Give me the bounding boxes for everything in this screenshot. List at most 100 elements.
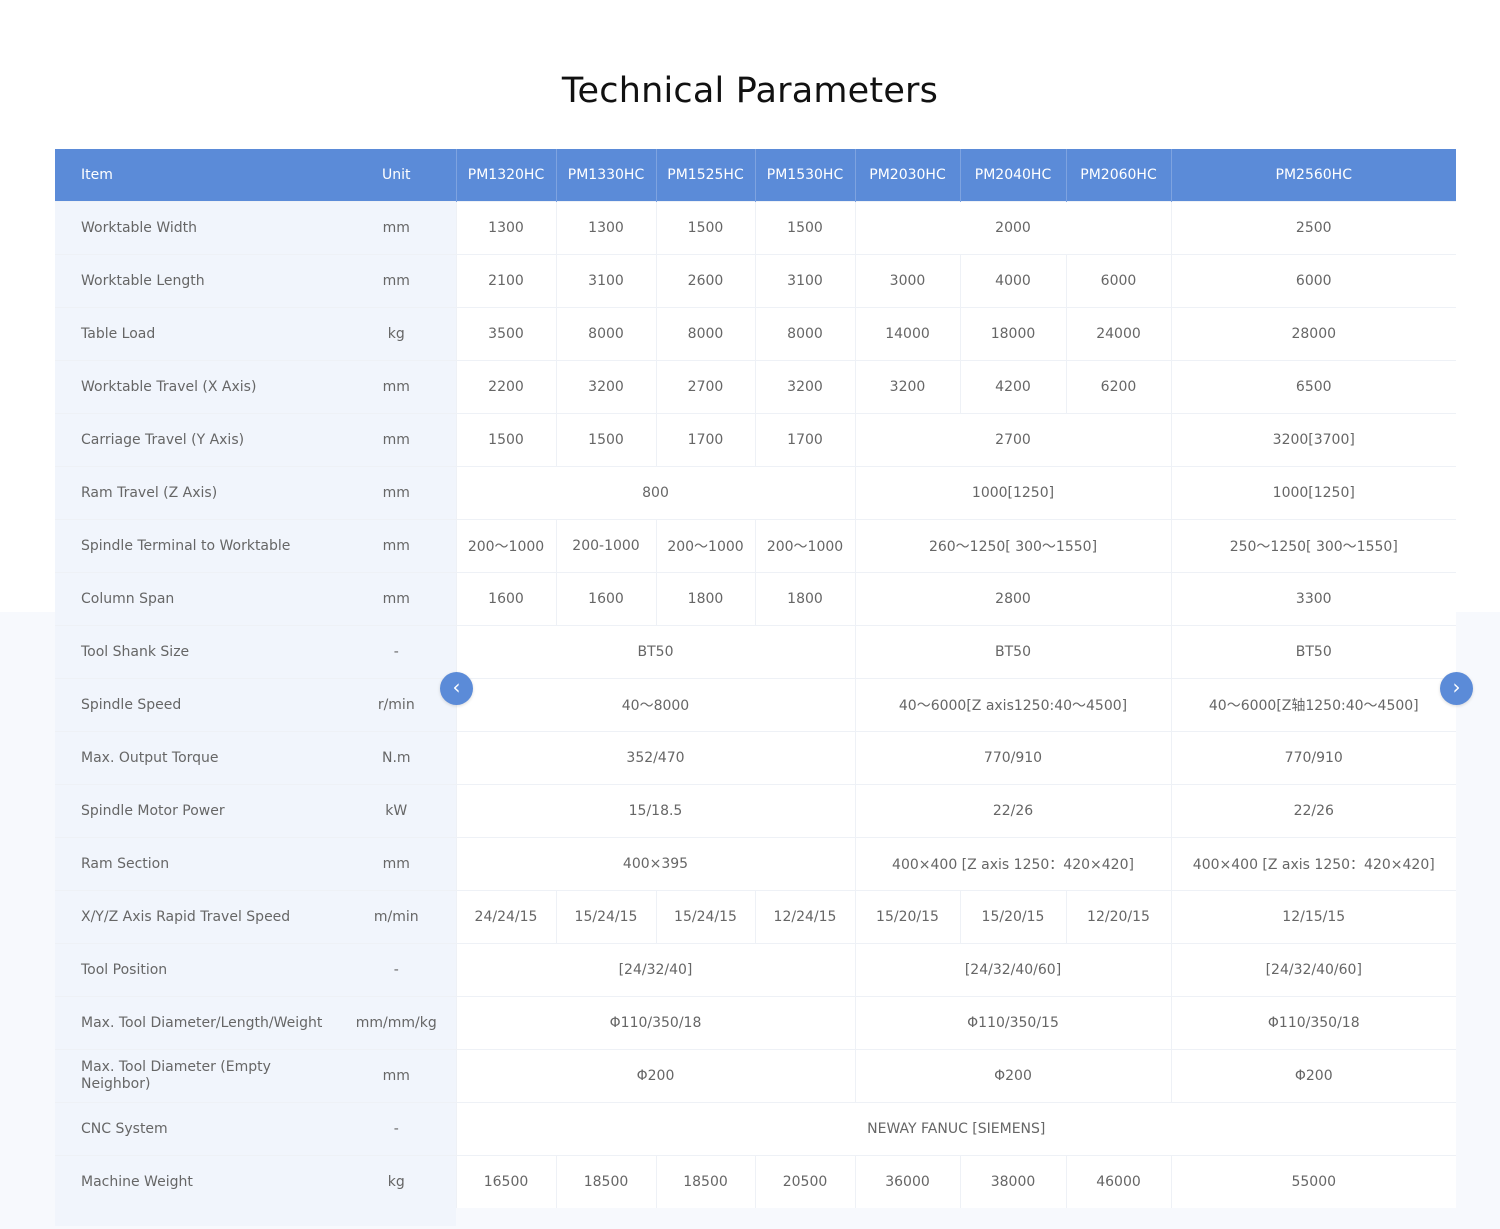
table-cell: 2000 — [854, 201, 1171, 255]
table-cell: 400×395 — [455, 837, 855, 891]
row-item-label: Tool Position — [55, 943, 337, 997]
table-cell: 800 — [455, 466, 855, 520]
header-model: PM2040HC — [959, 149, 1066, 202]
row-unit: kg — [337, 1155, 456, 1208]
table-cell: 6500 — [1170, 360, 1456, 414]
parameters-table: Item Unit PM1320HC PM1330HC PM1525HC PM1530HC… — [55, 149, 1456, 1226]
row-item-label: Spindle Speed — [55, 678, 337, 732]
table-cell: 3200 — [854, 360, 960, 414]
row-unit: mm — [337, 466, 456, 520]
table-row: Max. Tool Diameter/Length/Weight mm/mm/kg… — [55, 996, 1456, 1050]
row-item-label: Worktable Width — [55, 201, 337, 255]
table-cell: 40～8000 — [455, 678, 855, 732]
table-cell: 8000 — [655, 307, 755, 361]
chevron-right-icon: › — [1452, 675, 1461, 699]
row-item-label: Table Load — [55, 307, 337, 361]
table-cell: 15/24/15 — [655, 890, 755, 944]
prev-button[interactable]: ‹ — [440, 672, 473, 705]
row-unit: mm/mm/kg — [337, 996, 456, 1050]
table-row: Tool Position - [24/32/40] [24/32/40/60] [24… — [55, 943, 1456, 997]
table-row: Table Load kg 3500 8000 8000 8000 14000 18000 24… — [55, 307, 1456, 361]
next-button[interactable]: › — [1440, 672, 1473, 705]
table-row: Worktable Length mm 2100 3100 2600 3100 3000 40… — [55, 254, 1456, 308]
table-cell: 2600 — [655, 254, 755, 308]
header-model: PM1525HC — [655, 149, 755, 202]
table-scroll-container: Item Unit PM1320HC PM1330HC PM1525HC PM1530HC… — [55, 149, 1456, 1229]
table-cell: Φ200 — [455, 1049, 855, 1103]
table-cell: 2800 — [854, 572, 1171, 626]
row-item-label: Carriage Travel (Y Axis) — [55, 413, 337, 467]
table-cell: BT50 — [1170, 625, 1456, 679]
table-cell: 16500 — [455, 1155, 556, 1208]
table-row: X/Y/Z Axis Rapid Travel Speed m/min 24/24/… — [55, 890, 1456, 944]
row-unit: N.m — [337, 731, 456, 785]
table-cell: 24/24/15 — [455, 890, 556, 944]
table-header-row: Item Unit PM1320HC PM1330HC PM1525HC PM1530HC… — [55, 149, 1456, 202]
table-cell: 46000 — [1065, 1155, 1171, 1208]
table-cell: 18500 — [655, 1155, 755, 1208]
table-cell: 28000 — [1170, 307, 1456, 361]
row-item-label: Ram Section — [55, 837, 337, 891]
table-cell: 260～1250[ 300～1550] — [854, 519, 1171, 573]
table-cell: 200～1000 — [455, 519, 556, 573]
table-row: Machine Weight kg 16500 18500 18500 20500 3600… — [55, 1155, 1456, 1208]
table-cell: [24/32/40] — [455, 943, 855, 997]
partial-cell — [55, 1208, 337, 1226]
table-cell: 1600 — [455, 572, 556, 626]
table-cell: 1800 — [754, 572, 855, 626]
table-cell: NEWAY FANUC [SIEMENS] — [455, 1102, 1456, 1156]
row-item-label: Ram Travel (Z Axis) — [55, 466, 337, 520]
table-row: Spindle Speed r/min 40～8000 40～6000[Z axis1… — [55, 678, 1456, 732]
table-cell: 6000 — [1065, 254, 1171, 308]
table-cell: 12/15/15 — [1170, 890, 1456, 944]
row-item-label: Worktable Length — [55, 254, 337, 308]
row-unit: mm — [337, 360, 456, 414]
row-unit: m/min — [337, 890, 456, 944]
table-cell: Φ110/350/15 — [854, 996, 1171, 1050]
table-cell: 22/26 — [854, 784, 1171, 838]
table-cell: 3500 — [455, 307, 556, 361]
table-cell: 14000 — [854, 307, 960, 361]
row-unit: mm — [337, 1049, 456, 1103]
row-item-label: Max. Tool Diameter (Empty Neighbor) — [55, 1049, 337, 1103]
table-cell: 352/470 — [455, 731, 855, 785]
header-model: PM2030HC — [854, 149, 960, 202]
row-unit: mm — [337, 572, 456, 626]
row-unit: mm — [337, 254, 456, 308]
table-cell: [24/32/40/60] — [854, 943, 1171, 997]
row-item-label: Column Span — [55, 572, 337, 626]
row-item-label: Spindle Motor Power — [55, 784, 337, 838]
table-cell: 15/18.5 — [455, 784, 855, 838]
table-cell: 200～1000 — [754, 519, 855, 573]
table-row: Worktable Width mm 1300 1300 1500 1500 2000 250… — [55, 201, 1456, 255]
table-row: Max. Tool Diameter (Empty Neighbor) mm Φ20… — [55, 1049, 1456, 1103]
table-cell: 4000 — [959, 254, 1066, 308]
table-cell: 4200 — [959, 360, 1066, 414]
row-item-label: Worktable Travel (X Axis) — [55, 360, 337, 414]
header-item: Item — [55, 149, 337, 202]
table-cell: 36000 — [854, 1155, 960, 1208]
table-cell: 400×400 [Z axis 1250：420×420] — [1170, 837, 1456, 891]
row-item-label: Max. Output Torque — [55, 731, 337, 785]
table-cell: Φ200 — [1170, 1049, 1456, 1103]
table-row: Spindle Terminal to Worktable mm 200～1000 2… — [55, 519, 1456, 573]
chevron-left-icon: ‹ — [452, 675, 461, 699]
table-cell: 8000 — [754, 307, 855, 361]
header-model: PM2560HC — [1170, 149, 1456, 202]
table-cell: 40～6000[Z axis1250:40～4500] — [854, 678, 1171, 732]
row-unit: mm — [337, 413, 456, 467]
table-cell: 20500 — [754, 1155, 855, 1208]
table-row: Ram Travel (Z Axis) mm 800 1000[1250] 1000[1… — [55, 466, 1456, 520]
row-unit: mm — [337, 837, 456, 891]
table-cell: 200-1000 — [555, 519, 656, 573]
row-unit: - — [337, 1102, 456, 1156]
header-model: PM2060HC — [1065, 149, 1171, 202]
table-cell: 15/20/15 — [854, 890, 960, 944]
table-cell: 770/910 — [854, 731, 1171, 785]
table-cell: 1000[1250] — [1170, 466, 1456, 520]
table-cell: 15/20/15 — [959, 890, 1066, 944]
table-cell: 15/24/15 — [555, 890, 656, 944]
table-cell: 2200 — [455, 360, 556, 414]
table-row: CNC System - NEWAY FANUC [SIEMENS] — [55, 1102, 1456, 1156]
table-cell: 22/26 — [1170, 784, 1456, 838]
